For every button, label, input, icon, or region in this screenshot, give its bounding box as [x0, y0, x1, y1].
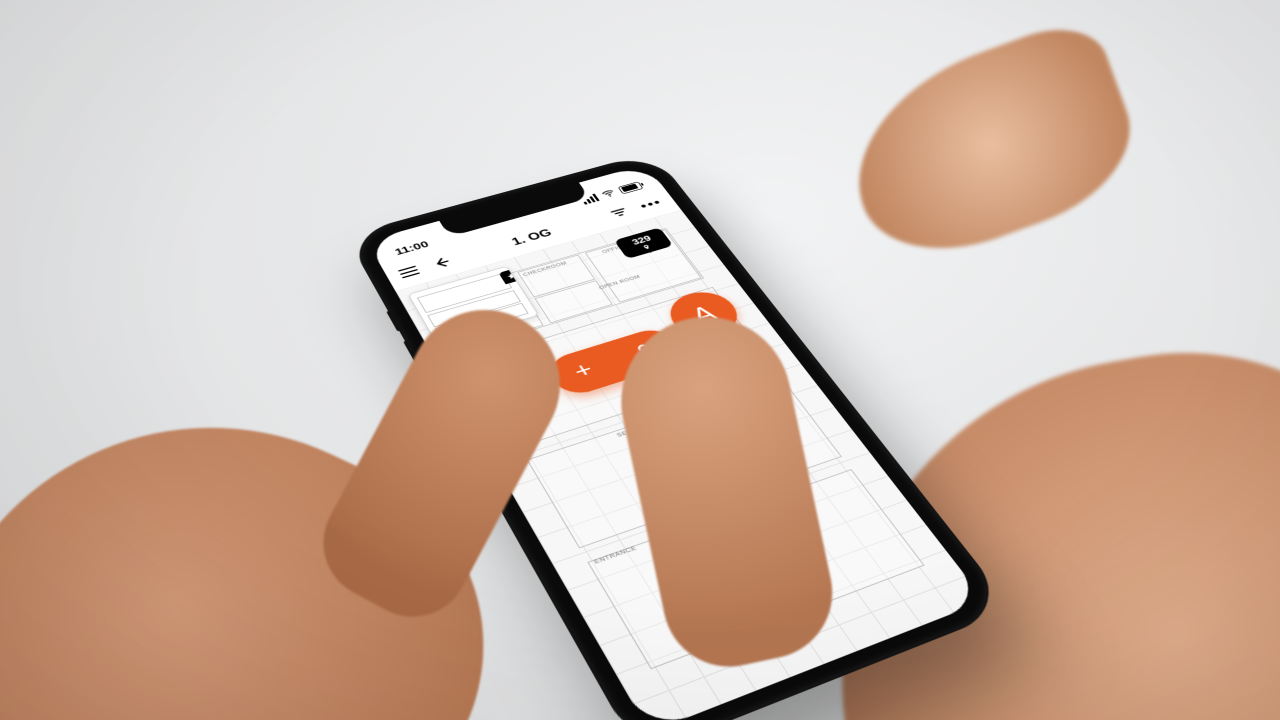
wifi-icon: [599, 187, 619, 199]
phone-mute-switch: [386, 309, 403, 331]
menu-button[interactable]: [398, 265, 420, 278]
more-button[interactable]: •••: [637, 195, 665, 211]
add-icon: +: [570, 359, 598, 383]
right-thumb-knuckle: [828, 13, 1153, 278]
scene: 11:00: [0, 0, 1280, 720]
page-title: 1. OG: [509, 226, 554, 247]
filter-button[interactable]: [606, 204, 632, 220]
back-button[interactable]: [428, 254, 455, 272]
room-label-entrance: Entrance: [593, 545, 638, 565]
